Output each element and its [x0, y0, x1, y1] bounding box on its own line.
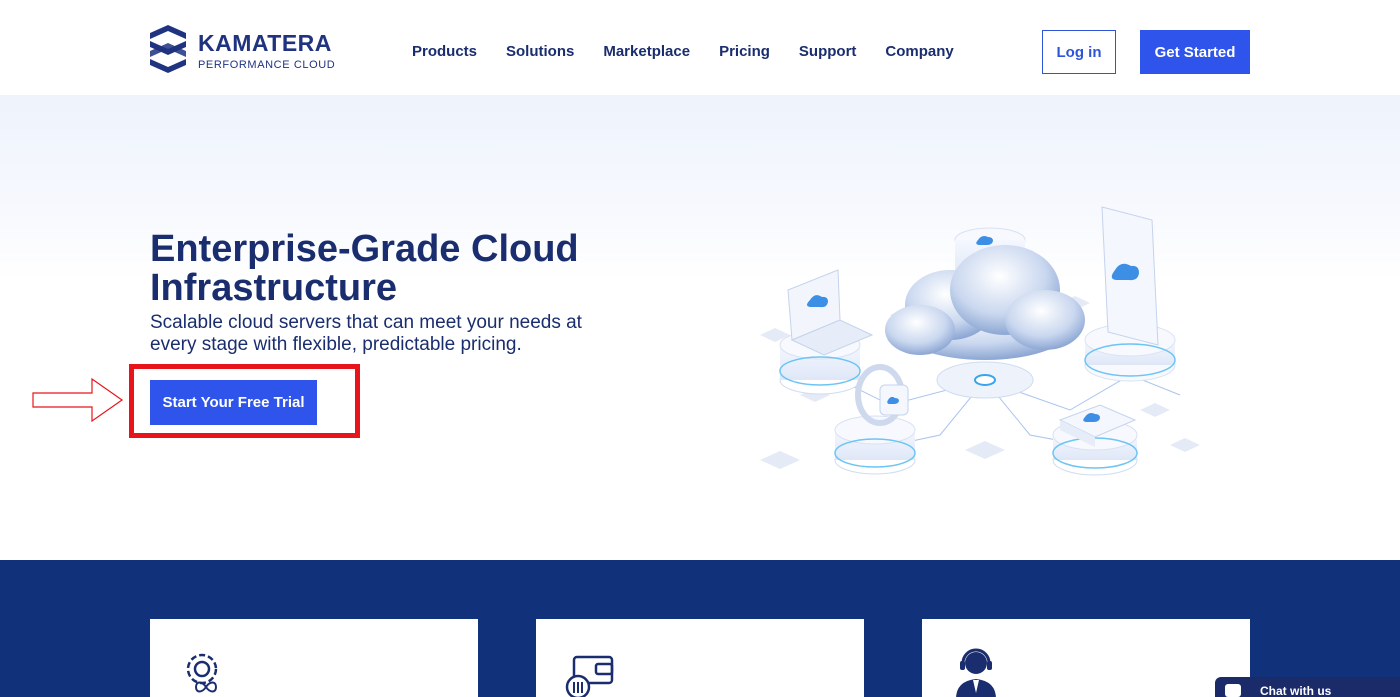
start-free-trial-button[interactable]: Start Your Free Trial	[150, 380, 317, 425]
feature-card	[922, 619, 1250, 697]
kamatera-logo-icon	[150, 25, 186, 73]
brand-name: KAMATERA	[198, 30, 332, 56]
brand-tagline: PERFORMANCE CLOUD	[198, 59, 336, 71]
main-nav: Products Solutions Marketplace Pricing S…	[412, 43, 983, 60]
nav-support[interactable]: Support	[799, 43, 857, 60]
cloud-infrastructure-illustration	[760, 206, 1200, 476]
get-started-button[interactable]: Get Started	[1140, 30, 1250, 74]
nav-pricing[interactable]: Pricing	[719, 43, 770, 60]
chat-bubble-icon	[1225, 684, 1241, 697]
features-band	[0, 560, 1400, 697]
hero-section: Enterprise-Grade Cloud Infrastructure Sc…	[0, 95, 1400, 560]
wallet-controls-icon	[565, 655, 614, 697]
support-agent-icon	[956, 648, 996, 697]
site-header: KAMATERA PERFORMANCE CLOUD Products Solu…	[0, 0, 1400, 95]
nav-company[interactable]: Company	[885, 43, 953, 60]
nav-products[interactable]: Products	[412, 43, 477, 60]
hero-subtitle: Scalable cloud servers that can meet you…	[150, 312, 582, 355]
chat-label: Chat with us	[1260, 684, 1332, 697]
feature-card	[536, 619, 864, 697]
login-button[interactable]: Log in	[1042, 30, 1116, 74]
chat-widget[interactable]: Chat with us	[1215, 677, 1400, 697]
arrow-annotation-icon	[32, 377, 124, 423]
brand-logo[interactable]: KAMATERA PERFORMANCE CLOUD	[150, 25, 350, 77]
nav-marketplace[interactable]: Marketplace	[603, 43, 690, 60]
nav-solutions[interactable]: Solutions	[506, 43, 574, 60]
hero-title: Enterprise-Grade Cloud Infrastructure	[150, 228, 579, 309]
feature-card	[150, 619, 478, 697]
gear-infinity-icon	[186, 653, 218, 693]
